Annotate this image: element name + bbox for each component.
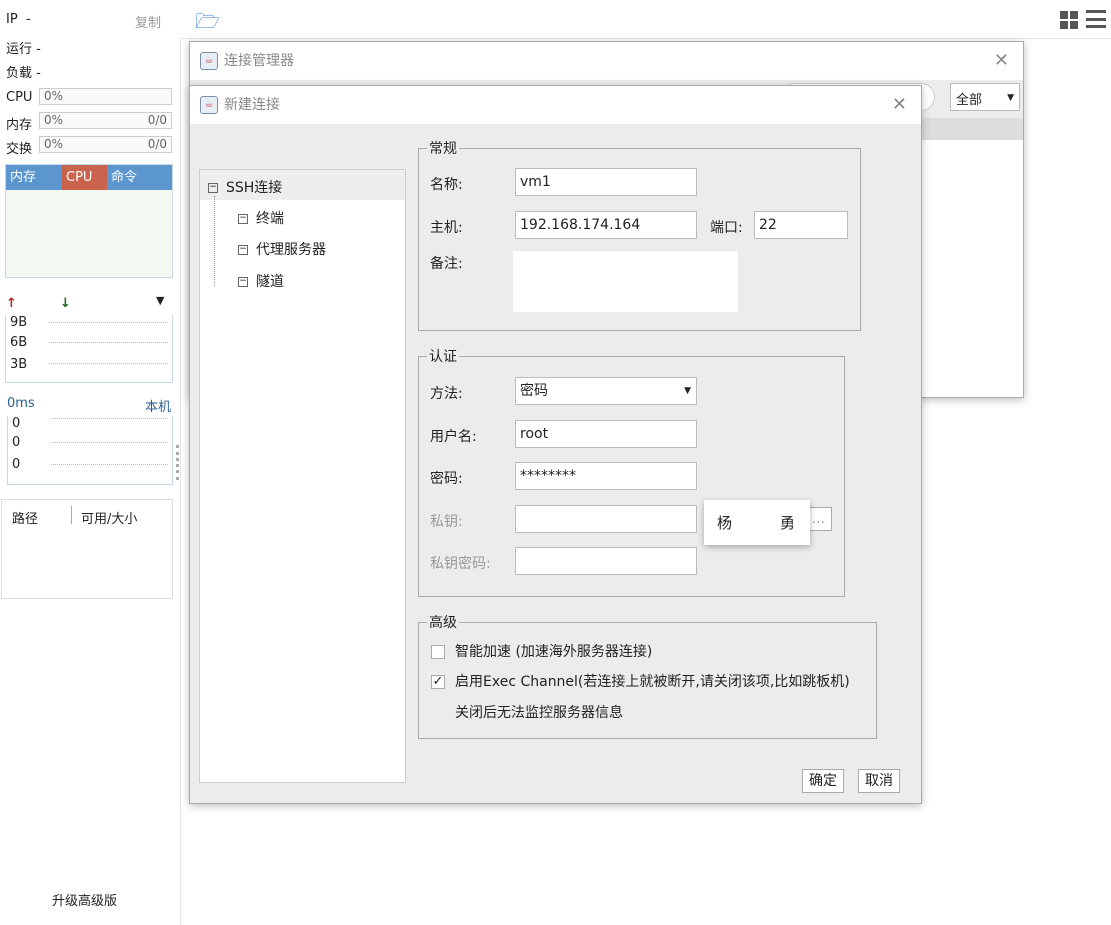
process-tabs: 内存 CPU 命令 xyxy=(5,164,173,278)
exec-channel-checkbox[interactable]: ✓ 启用Exec Channel(若连接上就被断开,请关闭该项,比如跳板机) xyxy=(431,671,850,691)
ping-chart: 0 0 0 xyxy=(7,416,173,485)
ime-candidate[interactable]: 勇 xyxy=(780,512,795,533)
private-key-label: 私钥: xyxy=(430,514,463,530)
ok-button[interactable]: 确定 xyxy=(802,769,844,793)
manager-titlebar: ☕ 连接管理器 ✕ xyxy=(190,42,1023,80)
disk-col-size[interactable]: 可用/大小 xyxy=(81,508,137,527)
password-input[interactable]: ******** xyxy=(515,462,697,490)
tree-item-ssh[interactable]: − SSH连接 xyxy=(208,177,282,197)
checkbox-icon xyxy=(431,645,445,659)
tab-command[interactable]: 命令 xyxy=(107,165,172,190)
ime-candidate-popup: 杨 勇 xyxy=(704,500,810,545)
dialog-title: 新建连接 xyxy=(224,97,280,113)
note-textarea[interactable] xyxy=(513,251,738,312)
download-arrow-icon: ↓ xyxy=(60,296,71,311)
open-folder-icon[interactable]: 🗁 xyxy=(195,7,220,41)
filter-value: 全部 xyxy=(956,93,983,108)
method-label: 方法: xyxy=(430,386,463,402)
ping-value: 0ms xyxy=(7,396,35,411)
tree-item-terminal[interactable]: − 终端 xyxy=(238,208,284,228)
grid-view-icon[interactable] xyxy=(1060,11,1078,29)
ping-target[interactable]: 本机 xyxy=(145,396,171,415)
ping-tick: 0 xyxy=(12,435,21,450)
cancel-button[interactable]: 取消 xyxy=(858,769,900,793)
name-label: 名称: xyxy=(430,177,463,193)
tree-item-proxy[interactable]: − 代理服务器 xyxy=(238,239,326,259)
mem-value: 0/0 xyxy=(147,113,167,127)
ip-value: - xyxy=(25,12,31,27)
accel-checkbox[interactable]: 智能加速 (加速海外服务器连接) xyxy=(431,641,652,661)
private-key-input[interactable] xyxy=(515,505,697,533)
sidebar: IP - 复制 运行 - 负载 - CPU 0% 内存 0% 0/0 交换 0% 0… xyxy=(0,0,180,925)
user-label: 用户名: xyxy=(430,429,477,445)
tab-memory[interactable]: 内存 xyxy=(6,165,62,190)
dropdown-triangle-icon[interactable]: ▼ xyxy=(156,294,164,307)
close-icon[interactable]: ✕ xyxy=(892,86,907,124)
java-icon: ☕ xyxy=(200,96,218,114)
exec-note: 关闭后无法监控服务器信息 xyxy=(455,705,623,721)
swap-value: 0/0 xyxy=(147,137,167,151)
key-password-label: 私钥密码: xyxy=(430,556,491,572)
load-value: - xyxy=(36,66,41,81)
mem-bar: 0% 0/0 xyxy=(39,112,172,129)
ime-candidate[interactable]: 杨 xyxy=(717,512,732,533)
new-connection-dialog: ☕ 新建连接 ✕ − SSH连接 − 终端 − 代理服务器 − 隧道 常规 名称: vm1 … xyxy=(189,85,922,804)
tree-item-tunnel[interactable]: − 隧道 xyxy=(238,271,284,291)
uptime-label: 运行 xyxy=(6,42,33,57)
net-tick: 3B xyxy=(10,357,28,372)
disk-col-path[interactable]: 路径 xyxy=(12,508,38,527)
toolbar: 🗁 xyxy=(180,0,1111,39)
port-label: 端口: xyxy=(710,220,743,236)
mem-label: 内存 xyxy=(6,118,33,133)
checkmark-icon: ✓ xyxy=(431,674,445,689)
dialog-titlebar: ☕ 新建连接 ✕ xyxy=(190,86,921,124)
net-tick: 9B xyxy=(10,315,28,330)
ip-row: IP - xyxy=(6,12,31,27)
port-input[interactable]: 22 xyxy=(754,211,848,239)
uptime-row: 运行 - xyxy=(6,38,41,57)
load-label: 负载 xyxy=(6,66,33,81)
manager-title: 连接管理器 xyxy=(224,53,294,69)
cpu-pct: 0% xyxy=(44,89,64,103)
cpu-bar: 0% xyxy=(39,88,172,105)
close-icon[interactable]: ✕ xyxy=(994,42,1009,80)
upgrade-link[interactable]: 升级高级版 xyxy=(52,890,117,909)
password-label: 密码: xyxy=(430,471,463,487)
ip-label: IP xyxy=(6,12,18,27)
chevron-down-icon: ▼ xyxy=(1007,93,1014,103)
mem-pct: 0% xyxy=(44,113,64,127)
swap-pct: 0% xyxy=(44,137,64,151)
host-label: 主机: xyxy=(430,220,463,236)
swap-bar: 0% 0/0 xyxy=(39,136,172,153)
settings-tree: − SSH连接 − 终端 − 代理服务器 − 隧道 xyxy=(199,169,406,783)
menu-icon[interactable] xyxy=(1086,10,1106,28)
splitter-handle[interactable] xyxy=(176,445,179,480)
key-password-input[interactable] xyxy=(515,547,697,575)
disk-table: 路径 可用/大小 xyxy=(1,499,173,599)
copy-button[interactable]: 复制 xyxy=(135,12,161,31)
net-tick: 6B xyxy=(10,335,28,350)
swap-label: 交换 xyxy=(6,142,33,157)
ping-tick: 0 xyxy=(12,416,21,431)
tab-cpu[interactable]: CPU xyxy=(62,165,107,190)
filter-select[interactable]: 全部 ▼ xyxy=(950,83,1020,111)
note-label: 备注: xyxy=(430,256,463,272)
ping-tick: 0 xyxy=(12,457,21,472)
name-input[interactable]: vm1 xyxy=(515,168,697,196)
method-select[interactable]: 密码 ▼ xyxy=(515,377,697,405)
username-input[interactable]: root xyxy=(515,420,697,448)
java-icon: ☕ xyxy=(200,52,218,70)
load-row: 负载 - xyxy=(6,62,41,81)
upload-arrow-icon: ↑ xyxy=(6,296,17,311)
network-chart: 9B 6B 3B xyxy=(5,315,173,383)
host-input[interactable]: 192.168.174.164 xyxy=(515,211,697,239)
cpu-label: CPU xyxy=(6,90,33,105)
chevron-down-icon: ▼ xyxy=(684,386,691,396)
uptime-value: - xyxy=(36,42,41,57)
